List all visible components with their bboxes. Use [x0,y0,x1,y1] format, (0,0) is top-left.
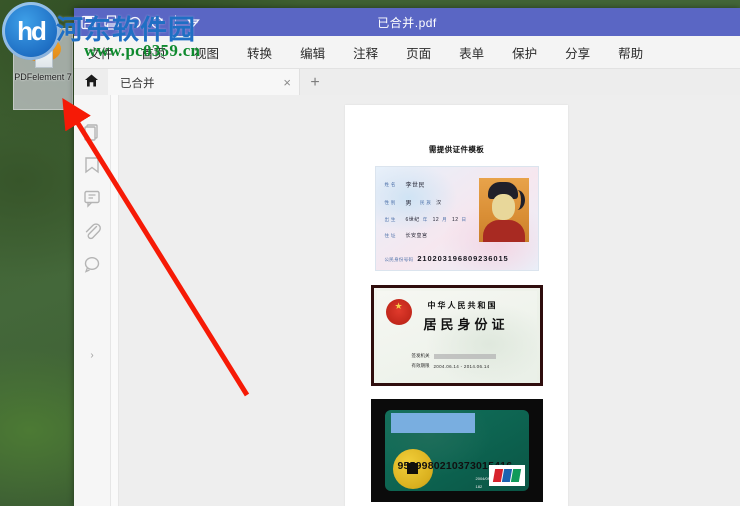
field-name-key: 姓 名 [384,181,396,187]
field-birth-month: 12 [432,216,440,223]
bank-card-redaction-strip [390,413,475,433]
national-emblem-icon [385,299,412,325]
field-birth-month-unit: 月 [442,216,447,222]
id-card-back-image: 中华人民共和国 居民身份证 签发机关 有效期限 2004.06.14 - 201… [370,285,543,386]
field-ethnicity-key: 民 族 [420,199,432,205]
watermark-site-url: www.pc0359.cn [84,41,201,60]
unionpay-logo-icon [488,465,525,486]
menu-item-share[interactable]: 分享 [565,43,590,62]
validity-row: 有效期限 2004.06.14 - 2014.06.14 [412,363,496,369]
watermark-logo-icon: hd [2,2,60,60]
issuer-redacted-bar [433,353,496,359]
field-name: 姓 名 李世民 [384,180,467,190]
field-gender: 性 别 男 民 族 汉 [384,198,467,208]
bookmark-icon[interactable] [81,154,103,176]
menu-item-help[interactable]: 帮助 [618,43,643,62]
menu-item-convert[interactable]: 转换 [247,43,272,62]
id-number-label: 公民身份号码 [384,257,414,262]
menu-item-form[interactable]: 表单 [459,43,484,62]
menu-item-edit[interactable]: 编辑 [300,43,325,62]
field-name-value: 李世民 [405,183,426,189]
document-heading: 需提供证件模板 [428,145,485,154]
attachment-icon[interactable] [81,220,103,242]
document-tab[interactable]: 已合并 × [108,69,300,96]
validity-value: 2004.06.14 - 2014.06.14 [433,363,490,369]
rail-expand-chevron-right-icon[interactable]: › [74,350,110,361]
id-number-row: 公民身份号码 210203196809236015 [385,254,509,263]
id-portrait-photo [478,178,529,242]
menu-item-comment[interactable]: 注释 [353,43,378,62]
menu-item-page[interactable]: 页面 [406,43,431,62]
id-back-fields: 签发机关 有效期限 2004.06.14 - 2014.06.14 [412,353,496,373]
thumbnails-icon[interactable] [81,121,103,143]
panel-divider [111,95,119,506]
field-gender-value: 男 [405,201,413,207]
home-icon [84,73,99,93]
field-birth: 出 生 6世纪 年 12 月 12 日 [384,216,467,224]
comment-list-icon[interactable] [81,187,103,209]
bank-card-image: 9559980210373015416 2004/09 CN 182 [370,399,543,502]
id-card-fields: 姓 名 李世民 性 别 男 民 族 汉 出 生 6世纪 年 12 月 12 日 … [385,180,467,248]
issuer-row: 签发机关 [412,353,496,359]
validity-label: 有效期限 [411,363,430,368]
new-tab-button[interactable]: + [300,69,330,96]
side-rail: › [74,95,111,506]
document-viewer[interactable]: 需提供证件模板 姓 名 李世民 性 别 男 民 族 汉 出 生 6世纪 年 12… [119,95,740,506]
field-birth-day: 12 [451,216,459,223]
id-back-nation-line: 中华人民共和国 [427,301,498,310]
issuer-label: 签发机关 [411,353,430,358]
field-ethnicity-value: 汉 [436,200,442,206]
pdf-page: 需提供证件模板 姓 名 李世民 性 别 男 民 族 汉 出 生 6世纪 年 12… [345,105,568,506]
stamp-icon[interactable] [81,253,103,275]
field-birth-year: 6世纪 [405,217,420,223]
menu-item-protect[interactable]: 保护 [512,43,537,62]
field-address-key: 住 址 [384,232,396,238]
tab-bar: 已合并 × + [74,69,740,97]
id-card-front-image: 姓 名 李世民 性 别 男 民 族 汉 出 生 6世纪 年 12 月 12 日 … [374,166,539,271]
document-tab-label: 已合并 [120,77,155,90]
desktop-icon-label: PDFelement 7 [14,72,72,82]
work-area: › 需提供证件模板 姓 名 李世民 性 别 男 民 族 汉 出 生 6世纪 年 … [74,95,740,506]
field-address-value: 长安皇宫 [405,233,428,239]
close-icon[interactable]: × [283,76,291,89]
id-back-title-line: 居民身份证 [423,317,509,332]
field-birth-key: 出 生 [384,216,396,222]
id-number-value: 210203196809236015 [417,254,509,263]
home-tab-button[interactable] [74,69,108,96]
bank-card-extra: 182 [475,484,483,489]
pdfelement-window: 已合并.pdf 文件 首页 视图 转换 编辑 注释 页面 表单 保护 分享 帮助… [74,8,740,506]
field-gender-key: 性 别 [384,199,396,205]
field-birth-day-unit: 日 [461,216,467,222]
field-birth-year-unit: 年 [422,216,428,222]
field-address: 住 址 长安皇宫 [384,232,467,240]
